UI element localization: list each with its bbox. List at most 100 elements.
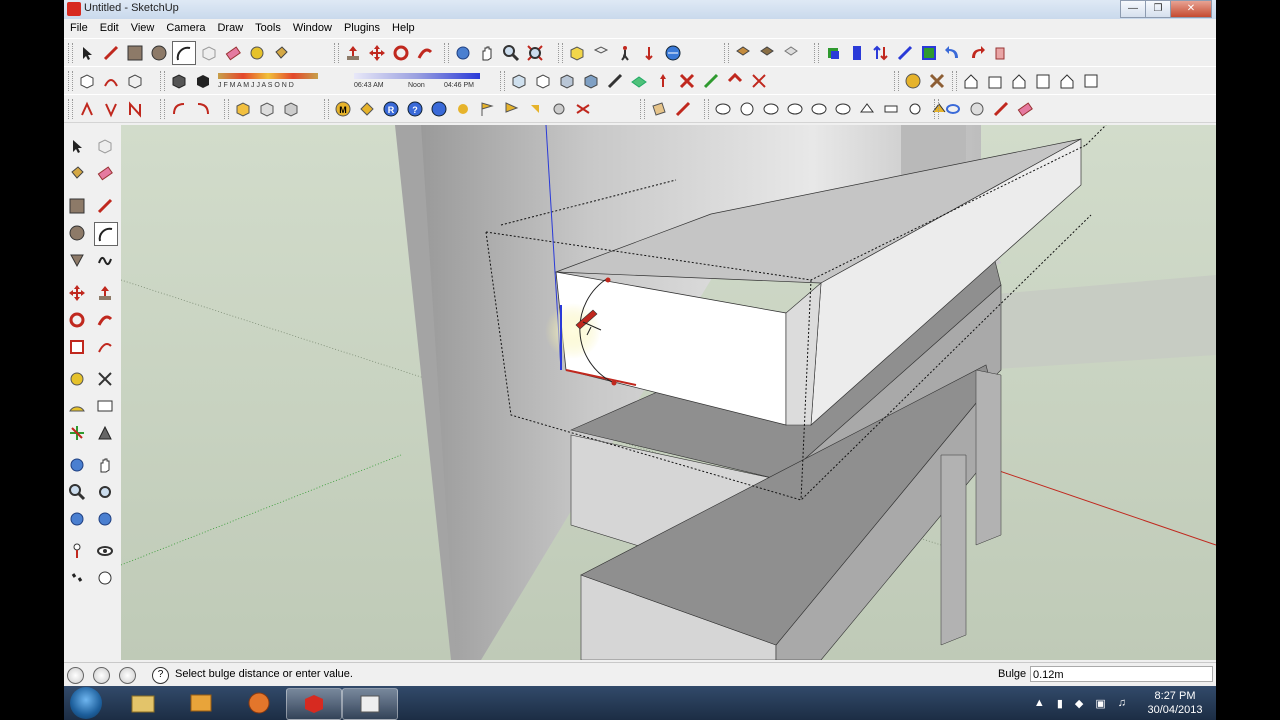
move-icon[interactable] xyxy=(66,282,88,304)
look-around-icon[interactable] xyxy=(94,540,116,562)
orbit-icon[interactable] xyxy=(452,42,474,64)
shape-9-icon[interactable] xyxy=(904,98,926,120)
explorer-icon[interactable] xyxy=(116,688,170,718)
warehouse-get-icon[interactable] xyxy=(732,42,754,64)
time-slider[interactable]: 06:43 AM Noon 04:46 PM xyxy=(352,70,484,92)
zoom-extents-icon[interactable] xyxy=(524,42,546,64)
push-pull-icon[interactable] xyxy=(342,42,364,64)
section-display-icon[interactable] xyxy=(846,42,868,64)
sphere-icon[interactable] xyxy=(452,98,474,120)
geo-location-icon[interactable] xyxy=(662,42,684,64)
section-plane-icon[interactable] xyxy=(822,42,844,64)
top-view-icon[interactable] xyxy=(590,42,612,64)
scale-icon[interactable] xyxy=(66,336,88,358)
follow-me-icon[interactable] xyxy=(414,42,436,64)
shape-8-icon[interactable] xyxy=(880,98,902,120)
tray-arrow-icon[interactable]: ▲ xyxy=(1034,697,1045,709)
axes-icon[interactable] xyxy=(870,42,892,64)
box-1-icon[interactable] xyxy=(232,98,254,120)
3d-text-icon[interactable] xyxy=(94,422,116,444)
paint-bucket-icon[interactable] xyxy=(270,42,292,64)
r-icon[interactable]: R xyxy=(380,98,402,120)
shaded-icon[interactable] xyxy=(556,70,578,92)
rotate-icon[interactable] xyxy=(66,309,88,331)
sketchup-icon[interactable] xyxy=(286,688,342,720)
menu-view[interactable]: View xyxy=(125,19,161,38)
credits-status-icon[interactable] xyxy=(93,667,110,684)
tape-measure-icon[interactable] xyxy=(246,42,268,64)
offset-icon[interactable] xyxy=(94,336,116,358)
walk-tool-icon[interactable] xyxy=(66,567,88,589)
knife-icon[interactable] xyxy=(990,98,1012,120)
pan-icon[interactable] xyxy=(476,42,498,64)
window-icon[interactable] xyxy=(342,688,398,720)
house-6-icon[interactable] xyxy=(1080,70,1102,92)
make-component-icon[interactable] xyxy=(198,42,220,64)
user-status-icon[interactable] xyxy=(119,667,136,684)
m-icon[interactable]: M xyxy=(332,98,354,120)
warehouse-share-icon[interactable] xyxy=(756,42,778,64)
flip-edge-icon[interactable] xyxy=(748,70,770,92)
flag-icon[interactable] xyxy=(476,98,498,120)
monochrome-icon[interactable] xyxy=(604,70,626,92)
firefox-icon[interactable] xyxy=(232,688,286,718)
component-icon[interactable] xyxy=(94,135,116,157)
menu-file[interactable]: File xyxy=(64,19,94,38)
axes-tool-icon[interactable] xyxy=(66,422,88,444)
rotate-right-icon[interactable] xyxy=(192,98,214,120)
drape-icon[interactable] xyxy=(700,70,722,92)
shape-7-icon[interactable] xyxy=(856,98,878,120)
eraser-tool-icon[interactable] xyxy=(222,42,244,64)
section-tool-icon[interactable] xyxy=(94,567,116,589)
menu-draw[interactable]: Draw xyxy=(211,19,249,38)
house-5-icon[interactable] xyxy=(1056,70,1078,92)
sandbox-icon[interactable] xyxy=(628,70,650,92)
shape-4-icon[interactable] xyxy=(784,98,806,120)
help-icon[interactable]: ? xyxy=(404,98,426,120)
menu-help[interactable]: Help xyxy=(386,19,421,38)
menu-tools[interactable]: Tools xyxy=(249,19,287,38)
select-tool-icon[interactable] xyxy=(76,42,98,64)
hidden-line-icon[interactable] xyxy=(532,70,554,92)
orbit-tool-icon[interactable] xyxy=(66,454,88,476)
extension-warehouse-icon[interactable] xyxy=(780,42,802,64)
help-status-icon[interactable]: ? xyxy=(152,667,169,684)
shape-2-icon[interactable] xyxy=(736,98,758,120)
arc-icon[interactable] xyxy=(94,222,118,246)
maximize-button[interactable]: ❐ xyxy=(1145,0,1171,18)
text-icon[interactable] xyxy=(94,395,116,417)
axis-v-icon[interactable] xyxy=(100,98,122,120)
tray-dropbox-icon[interactable]: ◆ xyxy=(1075,697,1083,710)
move-tool-icon[interactable] xyxy=(366,42,388,64)
measurements-input[interactable]: 0.12m xyxy=(1030,666,1213,682)
menu-window[interactable]: Window xyxy=(287,19,338,38)
circle-tool-icon[interactable] xyxy=(148,42,170,64)
rectangle-tool-icon[interactable] xyxy=(124,42,146,64)
zoom-icon[interactable] xyxy=(500,42,522,64)
tray-network-icon[interactable]: ▣ xyxy=(1095,697,1105,710)
polygon-icon[interactable] xyxy=(66,249,88,271)
xray-face-icon[interactable] xyxy=(76,70,98,92)
position-camera-icon[interactable] xyxy=(638,42,660,64)
house-4-icon[interactable] xyxy=(1032,70,1054,92)
circle-icon[interactable] xyxy=(66,222,88,244)
followme-icon[interactable] xyxy=(94,309,116,331)
shadow-settings-icon[interactable] xyxy=(168,70,190,92)
walk-icon[interactable] xyxy=(614,42,636,64)
undo-icon[interactable] xyxy=(942,42,964,64)
paste-icon[interactable] xyxy=(990,42,1012,64)
rect-icon[interactable] xyxy=(66,195,88,217)
dimension-icon[interactable] xyxy=(894,42,916,64)
plane-icon[interactable] xyxy=(648,98,670,120)
protractor-icon[interactable] xyxy=(66,395,88,417)
house-3-icon[interactable] xyxy=(1008,70,1030,92)
stamp-icon[interactable] xyxy=(676,70,698,92)
shape-1-icon[interactable] xyxy=(712,98,734,120)
close-button[interactable]: ✕ xyxy=(1170,0,1212,18)
iso-view-icon[interactable] xyxy=(566,42,588,64)
line-icon[interactable] xyxy=(94,195,116,217)
house-2-icon[interactable] xyxy=(984,70,1006,92)
loop-icon[interactable] xyxy=(942,98,964,120)
house-1-icon[interactable] xyxy=(960,70,982,92)
pencil-icon[interactable] xyxy=(672,98,694,120)
